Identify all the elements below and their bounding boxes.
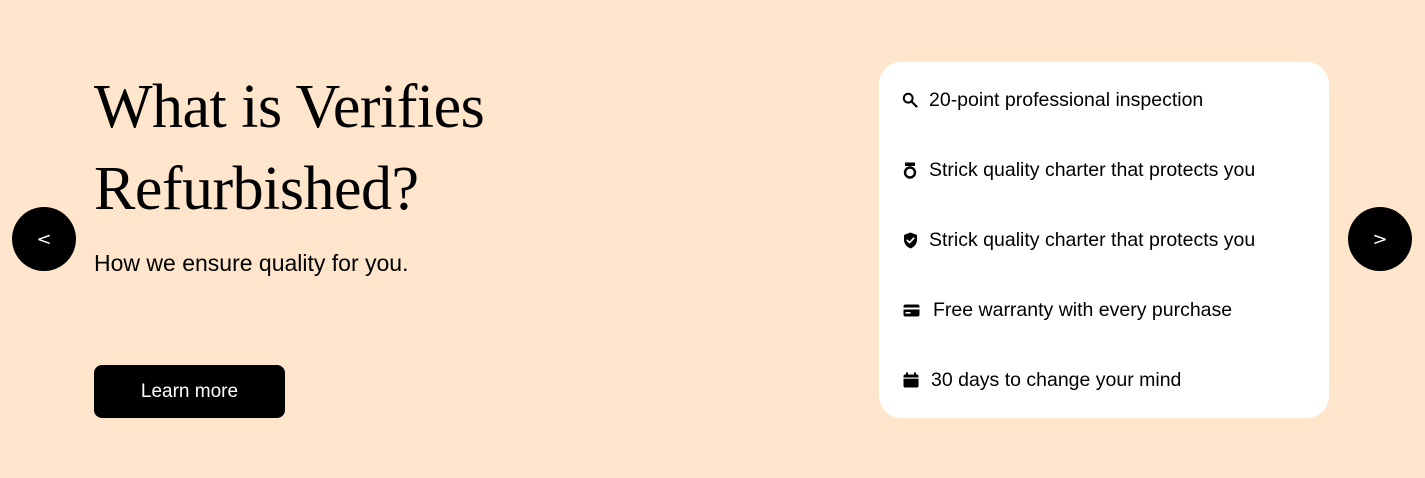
hero-subtitle: How we ensure quality for you. — [94, 250, 409, 276]
carousel-prev-button[interactable]: < — [12, 207, 76, 271]
search-icon — [901, 91, 919, 109]
learn-more-button[interactable]: Learn more — [94, 365, 285, 418]
feature-label: 30 days to change your mind — [931, 368, 1182, 391]
carousel-next-button[interactable]: > — [1348, 207, 1412, 271]
feature-label: Strick quality charter that protects you — [929, 158, 1256, 181]
calendar-icon — [901, 371, 920, 389]
shield-check-icon — [901, 231, 919, 249]
feature-item-protection: Strick quality charter that protects you — [901, 225, 1255, 255]
features-card: 20-point professional inspection Strick … — [879, 62, 1329, 418]
feature-item-warranty: Free warranty with every purchase — [901, 295, 1232, 325]
feature-item-return-policy: 30 days to change your mind — [901, 365, 1181, 395]
feature-label: Strick quality charter that protects you — [929, 228, 1256, 251]
feature-item-inspection: 20-point professional inspection — [901, 85, 1203, 115]
hero-title: What is Verifies Refurbished? — [94, 73, 485, 223]
credit-card-icon — [901, 301, 921, 319]
medal-icon — [901, 161, 919, 179]
feature-label: 20-point professional inspection — [929, 88, 1204, 111]
feature-label: Free warranty with every purchase — [933, 298, 1233, 321]
feature-item-quality-charter: Strick quality charter that protects you — [901, 155, 1255, 185]
